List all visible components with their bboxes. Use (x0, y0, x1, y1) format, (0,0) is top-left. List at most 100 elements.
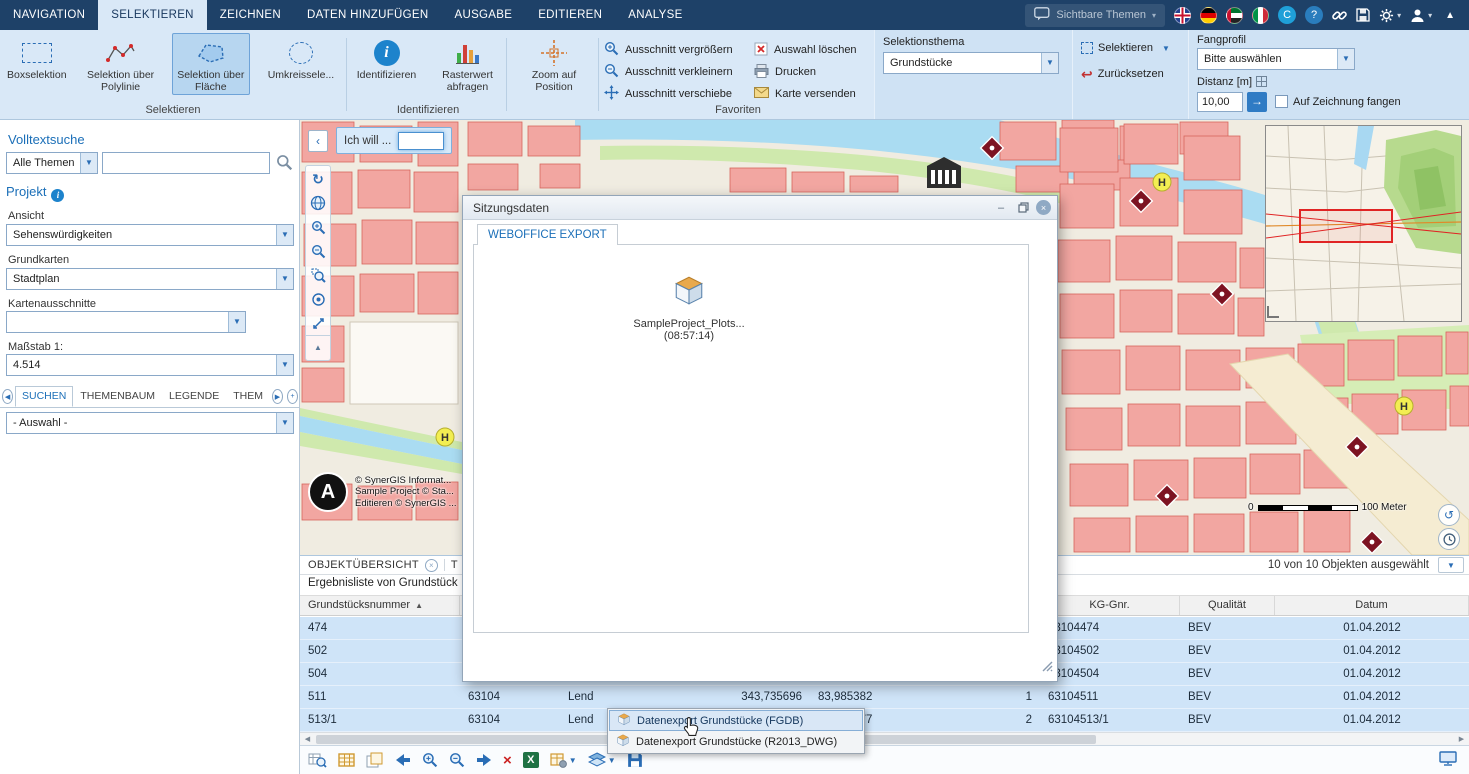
selektion-flaeche-tool[interactable]: Selektion über Fläche (172, 33, 250, 95)
favorite-ausschnitt-verkleinern[interactable]: Ausschnitt verkleinern (604, 61, 754, 83)
collapse-toolbar-icon[interactable]: ▲ (306, 335, 330, 359)
favorite-drucken[interactable]: Drucken (754, 61, 872, 83)
previous-record-icon[interactable] (395, 750, 411, 770)
distanz-input[interactable] (1197, 92, 1243, 112)
fangprofil-dropdown[interactable]: Bitte auswählen ▼ (1197, 48, 1355, 70)
table-settings-icon[interactable]: ▼ (550, 750, 577, 770)
menu-daten-hinzufuegen[interactable]: DATEN HINZUFÜGEN (294, 0, 442, 30)
menu-editieren[interactable]: EDITIEREN (525, 0, 615, 30)
fulltext-search-input[interactable] (102, 152, 270, 174)
zoom-out-icon[interactable] (306, 239, 330, 263)
zoom-window-icon[interactable] (306, 263, 330, 287)
horizontal-scrollbar[interactable]: ◀ ▶ (300, 732, 1469, 746)
copy-table-icon[interactable] (366, 750, 384, 770)
remove-selection-icon[interactable]: × (503, 750, 512, 770)
menu-navigation[interactable]: NAVIGATION (0, 0, 98, 30)
history-clock-icon[interactable] (1438, 528, 1460, 550)
flag-uk-icon[interactable] (1174, 7, 1191, 24)
menu-zeichnen[interactable]: ZEICHNEN (207, 0, 294, 30)
ansicht-dropdown[interactable]: Sehenswürdigkeiten ▼ (6, 224, 294, 246)
close-icon[interactable]: × (1036, 200, 1051, 215)
selektion-polylinie-tool[interactable]: Selektion über Polylinie (80, 33, 162, 95)
grundkarten-dropdown[interactable]: Stadtplan ▼ (6, 268, 294, 290)
resize-grip[interactable] (1042, 659, 1053, 677)
tab-themen[interactable]: THEM (226, 386, 270, 407)
rasterwert-tool[interactable]: Rasterwert abfragen (431, 33, 504, 95)
tab-weboffice-export[interactable]: WEBOFFICE EXPORT (477, 224, 618, 245)
menu-selektieren[interactable]: SELEKTIEREN (98, 0, 207, 30)
selektionsthema-dropdown[interactable]: Grundstücke ▼ (883, 52, 1059, 74)
flag-it-icon[interactable] (1252, 7, 1269, 24)
boxselektion-tool[interactable]: Boxselektion (4, 33, 70, 95)
tabs-scroll-left-icon[interactable]: ◀ (2, 389, 13, 404)
selektieren-menu-button[interactable]: Selektieren ▼ (1081, 42, 1170, 54)
column-header[interactable]: KG-Gnr. (1040, 596, 1180, 615)
monitor-icon[interactable] (1439, 751, 1457, 772)
zoom-in-icon[interactable] (306, 215, 330, 239)
settings-gear-icon[interactable]: ▾ (1379, 8, 1401, 23)
flag-de-icon[interactable] (1200, 7, 1217, 24)
table-row[interactable]: 513/163104Lend84,782077263104513/1BEV01.… (300, 709, 1469, 732)
link-icon[interactable] (1332, 8, 1347, 23)
restore-icon[interactable] (1014, 200, 1032, 216)
tab-suchen[interactable]: SUCHEN (15, 386, 73, 407)
favorite-karte-versenden[interactable]: Karte versenden (754, 83, 872, 105)
tabs-scroll-right-icon[interactable]: ▶ (272, 389, 283, 404)
search-icon[interactable] (276, 154, 293, 176)
help-icon[interactable]: ? (1305, 6, 1323, 24)
close-icon[interactable]: × (425, 559, 438, 572)
menu-item-datenexport-dwg[interactable]: Datenexport Grundstücke (R2013_DWG) (609, 731, 863, 752)
minimize-icon[interactable]: – (992, 200, 1010, 216)
previous-extent-icon[interactable]: ↺ (1438, 504, 1460, 526)
dialog-titlebar[interactable]: Sitzungsdaten – × (463, 196, 1057, 220)
favorite-ausschnitt-verschieben[interactable]: Ausschnitt verschiebe (604, 83, 754, 105)
table-row[interactable]: 51163104Lend343,73569683,985382163104511… (300, 686, 1469, 709)
favorite-auswahl-loeschen[interactable]: Auswahl löschen (754, 39, 872, 61)
next-record-icon[interactable] (476, 750, 492, 770)
table-icon[interactable] (338, 750, 355, 770)
zuruecksetzen-button[interactable]: ↩ Zurücksetzen (1081, 68, 1164, 80)
visible-themes-control[interactable]: Sichtbare Themen ▾ (1025, 4, 1165, 27)
tab-legende[interactable]: LEGENDE (162, 386, 226, 407)
snap-checkbox[interactable] (1275, 95, 1288, 108)
refresh-icon[interactable]: ↻ (306, 167, 330, 191)
auswahl-dropdown[interactable]: - Auswahl - ▼ (6, 412, 294, 434)
expand-results-icon[interactable]: ▼ (1438, 557, 1464, 573)
zoom-in-icon[interactable] (422, 750, 438, 770)
menu-item-datenexport-fgdb[interactable]: Datenexport Grundstücke (FGDB) (609, 710, 863, 731)
identifizieren-tool[interactable]: i Identifizieren (352, 33, 421, 95)
globe-icon[interactable] (306, 191, 330, 215)
overview-fold-icon[interactable] (1267, 306, 1279, 318)
ich-will-input[interactable] (398, 132, 444, 150)
info-icon[interactable]: i (51, 189, 64, 202)
tab-themenbaum[interactable]: THEMENBAUM (73, 386, 162, 407)
ich-will-widget[interactable]: Ich will ... (336, 127, 452, 154)
excel-export-icon[interactable]: X (523, 750, 539, 770)
save-icon[interactable] (1356, 8, 1370, 22)
center-target-icon[interactable] (306, 287, 330, 311)
tabs-more-icon[interactable]: + (287, 389, 298, 404)
umkreisselektion-tool[interactable]: Umkreissele... (260, 33, 342, 95)
export-item[interactable]: SampleProject_Plots... (08:57:14) (614, 273, 764, 342)
menu-analyse[interactable]: ANALYSE (615, 0, 695, 30)
zoom-to-record-icon[interactable] (308, 750, 327, 770)
column-header[interactable]: Grundstücksnummer▲ (300, 596, 460, 615)
apply-distance-button[interactable]: → (1247, 92, 1267, 112)
zoom-out-icon[interactable] (449, 750, 465, 770)
flag-ae-icon[interactable] (1226, 7, 1243, 24)
kartenausschnitte-dropdown[interactable]: ▼ (6, 311, 246, 333)
column-header[interactable]: Datum (1275, 596, 1469, 615)
user-icon[interactable]: ▾ (1410, 8, 1432, 23)
tab-second[interactable]: T (451, 559, 458, 571)
copyright-c-icon[interactable]: C (1278, 6, 1296, 24)
overview-map[interactable] (1265, 125, 1462, 322)
massstab-dropdown[interactable]: 4.514 ▼ (6, 354, 294, 376)
sidebar-collapse-button[interactable]: ‹ (308, 130, 328, 152)
menu-ausgabe[interactable]: AUSGABE (442, 0, 526, 30)
zoom-auf-position-tool[interactable]: Zoom auf Position (512, 33, 596, 95)
favorite-ausschnitt-vergroessern[interactable]: Ausschnitt vergrößern (604, 39, 754, 61)
column-header[interactable]: Qualität (1180, 596, 1275, 615)
full-extent-icon[interactable] (306, 311, 330, 335)
collapse-ribbon-icon[interactable]: ▲ (1441, 10, 1459, 21)
tab-objektuebersicht[interactable]: OBJEKTÜBERSICHT (300, 559, 419, 571)
